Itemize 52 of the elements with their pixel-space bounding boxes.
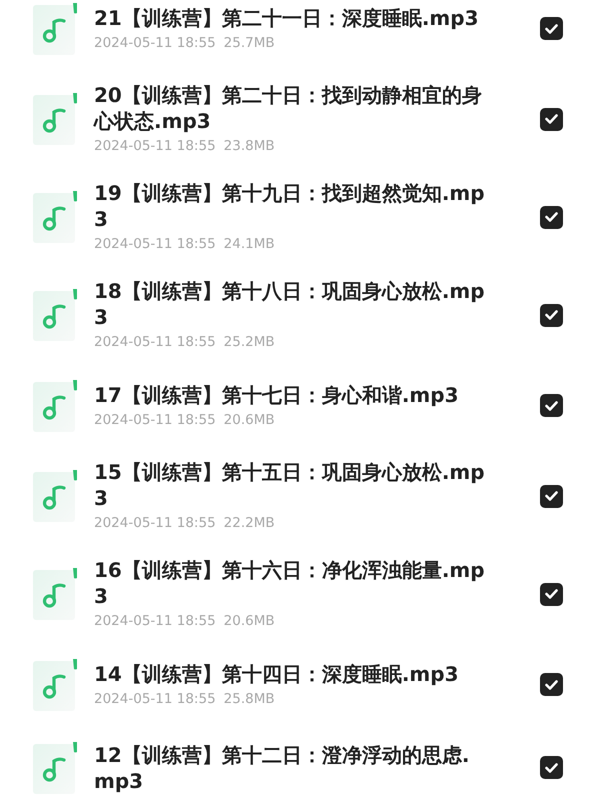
checkbox[interactable] — [540, 484, 563, 508]
file-date: 2024-05-11 18:55 — [94, 333, 216, 352]
audio-file-icon — [33, 568, 77, 620]
check-icon — [545, 491, 558, 501]
file-date: 2024-05-11 18:55 — [94, 137, 216, 156]
checkbox[interactable] — [540, 108, 563, 130]
file-name: 17【训练营】第十七日：身心和谐.mp3 — [94, 382, 460, 408]
audio-file-icon — [33, 2, 77, 54]
check-icon — [545, 762, 558, 772]
check-icon — [545, 212, 558, 222]
check-icon — [545, 24, 558, 34]
checkbox[interactable] — [540, 673, 563, 696]
audio-file-icon — [33, 658, 77, 710]
file-name: 12【训练营】第十二日：澄净浮动的思虑.mp3 — [94, 742, 470, 794]
checkbox[interactable] — [540, 582, 563, 606]
checkbox[interactable] — [540, 304, 563, 326]
checkbox[interactable] — [540, 756, 563, 779]
check-icon — [545, 680, 558, 690]
check-icon — [545, 310, 558, 320]
audio-file-icon — [33, 191, 77, 243]
checkbox[interactable] — [540, 17, 563, 40]
check-icon — [545, 400, 558, 410]
file-size: 20.6MB — [224, 410, 275, 430]
file-date: 2024-05-11 18:55 — [94, 690, 216, 708]
file-name: 16【训练营】第十六日：净化浑浊能量.mp3 — [94, 557, 486, 609]
checkbox[interactable] — [540, 394, 563, 417]
file-date: 2024-05-11 18:55 — [94, 410, 216, 430]
checkbox[interactable] — [540, 206, 563, 228]
file-size: 22.2MB — [224, 514, 275, 533]
audio-file-icon — [33, 93, 77, 145]
audio-file-icon — [33, 380, 77, 432]
file-date: 2024-05-11 18:55 — [94, 235, 216, 254]
file-date: 2024-05-11 18:55 — [94, 34, 216, 52]
check-icon — [545, 589, 558, 599]
file-name: 15【训练营】第十五日：巩固身心放松.mp3 — [94, 459, 486, 511]
file-name: 18【训练营】第十八日：巩固身心放松.mp3 — [94, 278, 486, 330]
file-date: 2024-05-11 18:55 — [94, 514, 216, 533]
file-size: 25.2MB — [224, 333, 275, 352]
file-date: 2024-05-11 18:55 — [94, 612, 216, 631]
file-name: 21【训练营】第二十一日：深度睡眠.mp3 — [94, 4, 480, 30]
file-name: 19【训练营】第十九日：找到超然觉知.mp3 — [94, 180, 486, 232]
file-name: 14【训练营】第十四日：深度睡眠.mp3 — [94, 660, 460, 686]
file-size: 25.7MB — [224, 34, 275, 52]
file-size: 23.8MB — [224, 137, 275, 156]
check-icon — [545, 114, 558, 124]
file-size: 25.8MB — [224, 690, 275, 708]
audio-file-icon — [33, 742, 77, 794]
audio-file-icon — [33, 470, 77, 522]
audio-file-icon — [33, 289, 77, 341]
file-size: 24.1MB — [224, 235, 275, 254]
file-size: 20.6MB — [224, 612, 275, 631]
file-name: 20【训练营】第二十日：找到动静相宜的身心状态.mp3 — [94, 82, 483, 134]
